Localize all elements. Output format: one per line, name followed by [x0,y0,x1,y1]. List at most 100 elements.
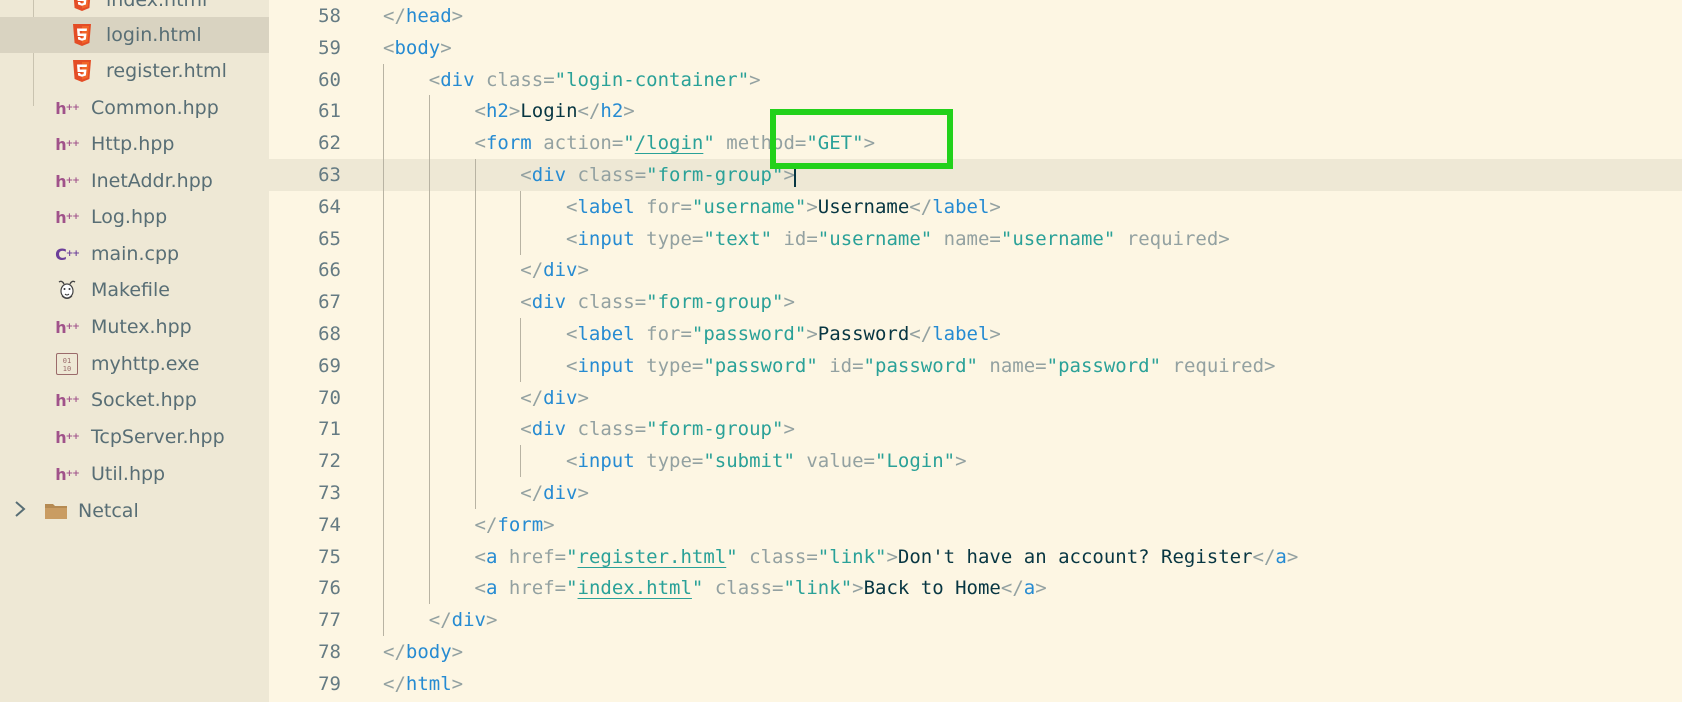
line-text: <label for="password">Password</label> [566,323,1001,345]
line-text: <a href="index.html" class="link">Back t… [474,577,1047,600]
code-line[interactable]: 59 <body> [269,32,1682,64]
line-text: <input type="text" id="username" name="u… [566,227,1230,250]
line-text: </html> [383,672,464,695]
file-item-myhttp-exe[interactable]: 01 10 myhttp.exe [0,346,269,382]
file-name: Mutex.hpp [91,316,192,338]
code-line[interactable]: 79 </html> [269,668,1682,700]
folder-name: Netcal [78,500,139,522]
html5-icon [71,60,93,82]
code-line[interactable]: 65 <input type="text" id="username" name… [269,222,1682,255]
code-line[interactable]: 61 <h2>Login</h2> [269,95,1682,128]
hpp-icon: h ++ [55,98,79,118]
code-line[interactable]: 72 <input type="submit" value="Login"> [269,445,1682,478]
file-name: register.html [106,60,227,82]
line-number: 74 [318,513,341,536]
code-editor[interactable]: 58 </head> 59 <body> 60 <div class="login-co… [269,0,1682,702]
line-text: </div> [428,609,498,632]
line-text: <div class="form-group"> [520,418,795,441]
file-item-util-hpp[interactable]: h ++ Util.hpp [0,456,269,492]
code-line[interactable]: 70 </div> [269,381,1682,414]
file-item-socket-hpp[interactable]: h ++ Socket.hpp [0,382,269,418]
folder-item-netcal[interactable]: Netcal [0,493,269,529]
code-line[interactable]: 73 </div> [269,477,1682,509]
file-item-inetaddr-hpp[interactable]: h ++ InetAddr.hpp [0,163,269,199]
code-line[interactable]: 67 <div class="form-group"> [269,286,1682,319]
line-text: <a href="register.html" class="link">Don… [474,545,1299,568]
line-number: 61 [318,100,341,123]
line-text: </div> [520,386,589,409]
file-item-log-hpp[interactable]: h ++ Log.hpp [0,199,269,235]
line-number: 62 [318,132,341,155]
file-name: TcpServer.hpp [91,426,225,448]
line-number: 60 [318,68,341,91]
hpp-icon: h ++ [55,171,79,191]
code-line[interactable]: 64 <label for="username">Username</label… [269,190,1682,223]
file-name: Socket.hpp [91,389,197,411]
code-line[interactable]: 78 </body> [269,636,1682,668]
line-number: 66 [318,259,341,282]
line-text: <body> [383,36,452,59]
code-line[interactable]: 69 <input type="password" id="password" … [269,349,1682,382]
code-line[interactable]: 63 <div class="form-group"> [269,159,1682,191]
line-text: <div class="form-group"> [520,164,796,187]
line-text: <input type="password" id="password" nam… [566,354,1276,377]
file-item-tcpserver-hpp[interactable]: h ++ TcpServer.hpp [0,419,269,455]
line-number: 65 [318,227,341,250]
code-line[interactable]: 74 </form> [269,508,1682,541]
html5-icon [71,0,93,11]
code-line[interactable]: 71 <div class="form-group"> [269,413,1682,446]
gnu-icon [56,279,78,301]
file-name: Http.hpp [91,133,175,155]
hpp-icon: h ++ [55,390,79,410]
chevron-right-icon[interactable] [14,500,34,523]
code-line[interactable]: 75 <a href="register.html" class="link">… [269,540,1682,573]
file-name: myhttp.exe [91,353,200,375]
code-line[interactable]: 60 <div class="login-container"> [269,63,1682,96]
line-text: <div class="login-container"> [428,68,761,91]
file-item-login-html[interactable]: login.html [0,17,269,53]
line-number: 67 [318,291,341,314]
file-name: Makefile [91,279,170,301]
file-item-index-html[interactable]: index.html [0,0,269,18]
line-number: 69 [318,354,341,377]
text-cursor [793,164,796,187]
html5-icon [71,24,93,46]
line-text: <input type="submit" value="Login"> [566,450,967,473]
code-line[interactable]: 58 </head> [269,0,1682,32]
line-number: 64 [318,195,341,218]
file-item-main-cpp[interactable]: C ++ main.cpp [0,236,269,272]
line-number: 73 [318,482,341,504]
file-item-makefile[interactable]: Makefile [0,272,269,308]
code-line[interactable]: 66 </div> [269,254,1682,287]
code-line[interactable]: 76 <a href="index.html" class="link">Bac… [269,572,1682,605]
file-name: Util.hpp [91,463,166,485]
line-number: 79 [318,672,341,695]
hpp-icon: h ++ [55,464,79,484]
line-number: 63 [318,164,341,186]
file-name: main.cpp [91,243,180,265]
code-line[interactable]: 77 </div> [269,604,1682,637]
line-text: </body> [383,641,464,663]
hpp-icon: h ++ [55,317,79,337]
line-text: <form action="/login" method="GET"> [474,132,876,155]
line-text: </div> [520,259,589,282]
hpp-icon: h ++ [55,134,79,154]
file-name: index.html [106,0,208,11]
line-number: 68 [318,323,341,345]
file-name: Common.hpp [91,97,219,119]
line-number: 72 [318,450,341,473]
file-item-mutex-hpp[interactable]: h ++ Mutex.hpp [0,309,269,345]
file-item-http-hpp[interactable]: h ++ Http.hpp [0,126,269,162]
file-item-common-hpp[interactable]: h ++ Common.hpp [0,90,269,126]
line-text: </head> [383,5,464,27]
line-number: 71 [318,418,341,441]
binary-file-icon: 01 10 [56,353,78,375]
code-line[interactable]: 68 <label for="password">Password</label… [269,318,1682,350]
file-name: InetAddr.hpp [91,170,213,192]
code-line[interactable]: 62 <form action="/login" method="GET"> [269,127,1682,160]
line-text: </div> [520,482,589,504]
cpp-icon: C ++ [55,244,80,264]
line-text: <h2>Login</h2> [474,100,635,123]
line-number: 76 [318,577,341,600]
file-item-register-html[interactable]: register.html [0,53,269,89]
